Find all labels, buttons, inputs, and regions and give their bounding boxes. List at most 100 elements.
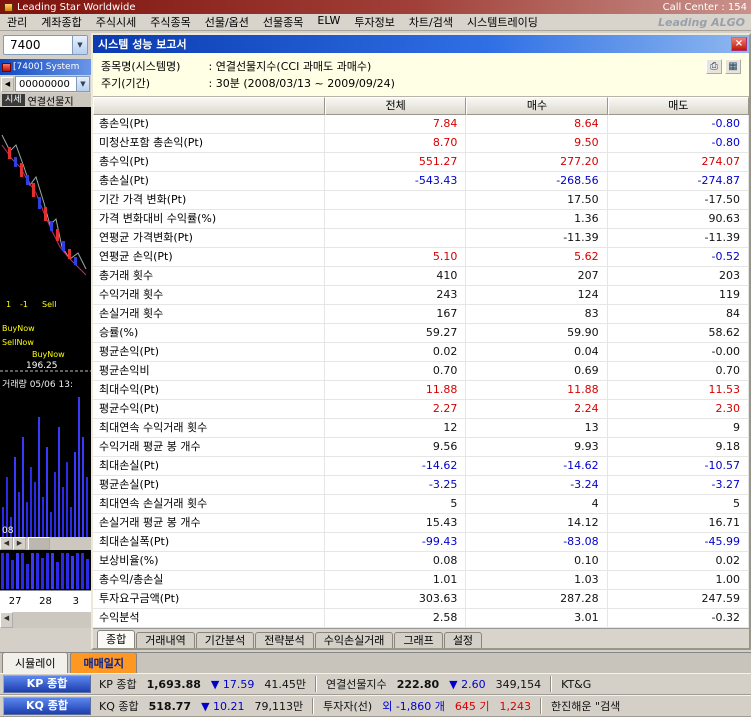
- cell-value: 11.88: [466, 381, 607, 400]
- symbol-name-label: 종목명(시스템명): [101, 58, 205, 75]
- report-tab[interactable]: 전략분석: [255, 632, 313, 648]
- tab-trading-journal[interactable]: 매매일지: [70, 652, 136, 673]
- scroll-right-icon[interactable]: ▶: [13, 537, 26, 550]
- prev-arrow-icon[interactable]: ◀: [1, 77, 14, 92]
- cell-value: -14.62: [466, 457, 607, 476]
- table-body: 총손익(Pt)7.848.64-0.80미청산포함 총손익(Pt)8.709.5…: [93, 115, 749, 628]
- row-label: 기간 가격 변화(Pt): [93, 191, 325, 210]
- dialog-titlebar[interactable]: 시스템 성능 보고서 ×: [93, 35, 749, 53]
- report-tab[interactable]: 수익손실거래: [315, 632, 394, 648]
- index-button[interactable]: KP 종합: [3, 675, 91, 693]
- status-field: ▼ 17.59: [211, 678, 254, 691]
- menu-item[interactable]: 시스템트레이딩: [460, 14, 545, 30]
- axis-label: 28: [30, 596, 60, 607]
- volume-chart[interactable]: 08: [0, 391, 91, 537]
- symbol-name-value: : 연결선물지수(CCI 과매도 과매수): [209, 60, 372, 73]
- main-area: 7400 ▼ [7400] System ◀ 00000000 ▼ 시세 연결선…: [0, 31, 751, 652]
- app-titlebar[interactable]: Leading Star Worldwide Call Center : 154: [0, 0, 751, 14]
- cell-value: 277.20: [466, 153, 607, 172]
- report-tab[interactable]: 기간분석: [196, 632, 254, 648]
- chart-window-titlebar[interactable]: [7400] System: [0, 59, 91, 75]
- status-field: 1,693.88: [147, 678, 201, 691]
- close-icon[interactable]: ×: [731, 37, 747, 51]
- status-divider: [540, 698, 542, 714]
- chart-tab-badge[interactable]: 시세: [2, 94, 25, 106]
- cell-value: 59.90: [466, 324, 607, 343]
- menu-item[interactable]: 주식시세: [89, 14, 143, 30]
- table-row: 평균손익비0.700.690.70: [93, 362, 749, 381]
- period-value: : 30분 (2008/03/13 ~ 2009/09/24): [209, 77, 395, 90]
- menu-item[interactable]: 차트/검색: [402, 14, 460, 30]
- row-label: 수익거래 평균 봉 개수: [93, 438, 325, 457]
- cell-value: 4: [466, 495, 607, 514]
- menu-item[interactable]: ELW: [310, 14, 347, 30]
- menu-item[interactable]: 투자정보: [347, 14, 401, 30]
- cell-value: 0.02: [325, 343, 466, 362]
- cell-value: 17.50: [466, 191, 607, 210]
- cell-value: 59.27: [325, 324, 466, 343]
- cell-value: 58.62: [608, 324, 749, 343]
- table-row: 연평균 손익(Pt)5.105.62-0.52: [93, 248, 749, 267]
- app-logo-icon: [4, 3, 13, 12]
- row-label: 총수익(Pt): [93, 153, 325, 172]
- cell-value: [325, 229, 466, 248]
- cell-value: 9.56: [325, 438, 466, 457]
- scrollbar-thumb[interactable]: [28, 537, 50, 550]
- price-chart[interactable]: 1 -1 Sell BuyNow SellNow BuyNow 196.25: [0, 107, 91, 379]
- cell-value: [325, 210, 466, 229]
- status-field: 연결선물지수: [326, 676, 387, 692]
- menu-item[interactable]: 주식종목: [143, 14, 197, 30]
- scroll-left-icon[interactable]: ◀: [0, 612, 13, 628]
- row-label: 최대손실폭(Pt): [93, 533, 325, 552]
- table-row: 최대손실(Pt)-14.62-14.62-10.57: [93, 457, 749, 476]
- row-label: 평균수익(Pt): [93, 400, 325, 419]
- menu-item[interactable]: 선물/옵션: [198, 14, 256, 30]
- period-label: 주기(기간): [101, 75, 205, 92]
- grid-copy-icon[interactable]: ▦: [725, 59, 741, 74]
- cell-value: -3.24: [466, 476, 607, 495]
- account-combo[interactable]: 00000000 ▼: [15, 76, 90, 92]
- cell-value: -83.08: [466, 533, 607, 552]
- status-field: 한진해운 "검색: [551, 698, 620, 714]
- axis-label: 27: [0, 596, 30, 607]
- menu-item[interactable]: 선물종목: [256, 14, 310, 30]
- cell-value: 0.70: [325, 362, 466, 381]
- call-center-label: Call Center : 154: [663, 2, 747, 13]
- scroll-left-icon[interactable]: ◀: [0, 537, 13, 550]
- print-icon[interactable]: ⎙: [706, 59, 722, 74]
- index-button[interactable]: KQ 종합: [3, 697, 91, 715]
- cell-value: 167: [325, 305, 466, 324]
- app-title: Leading Star Worldwide: [17, 2, 135, 13]
- table-row: 최대손실폭(Pt)-99.43-83.08-45.99: [93, 533, 749, 552]
- row-label: 손실거래 평균 봉 개수: [93, 514, 325, 533]
- status-field: KP 종합: [99, 676, 137, 692]
- report-tab[interactable]: 거래내역: [136, 632, 194, 648]
- cell-value: 2.24: [466, 400, 607, 419]
- row-label: 최대연속 수익거래 횟수: [93, 419, 325, 438]
- report-tab[interactable]: 그래프: [394, 632, 442, 648]
- menu-item[interactable]: 계좌종합: [34, 14, 88, 30]
- menubar: 관리계좌종합주식시세주식종목선물/옵션선물종목ELW투자정보차트/검색시스템트레…: [0, 14, 751, 31]
- menu-item[interactable]: 관리: [0, 14, 34, 30]
- cell-value: [325, 191, 466, 210]
- table-row: 보상비율(%)0.080.100.02: [93, 552, 749, 571]
- chevron-down-icon[interactable]: ▼: [72, 36, 87, 54]
- workspace-tab-strip: 시뮬레이매매일지: [0, 652, 751, 673]
- cell-value: 11.88: [325, 381, 466, 400]
- status-row: KP 종합KP 종합1,693.88▼ 17.5941.45만연결선물지수222…: [0, 673, 751, 695]
- status-field: 349,154: [496, 678, 542, 691]
- cell-value: 5: [325, 495, 466, 514]
- table-row: 가격 변화대비 수익률(%)1.3690.63: [93, 210, 749, 229]
- cell-value: 83: [466, 305, 607, 324]
- screen-number-combo[interactable]: 7400 ▼: [3, 35, 88, 55]
- signal-1-label: 1: [6, 300, 11, 309]
- report-tab[interactable]: 설정: [444, 632, 482, 648]
- tab-simulation[interactable]: 시뮬레이: [2, 652, 68, 673]
- bottom-scroll-row: ◀: [0, 612, 91, 628]
- chevron-down-icon[interactable]: ▼: [76, 77, 89, 91]
- market-status-area: KP 종합KP 종합1,693.88▼ 17.5941.45만연결선물지수222…: [0, 673, 751, 717]
- report-tab[interactable]: 종합: [97, 630, 135, 648]
- screen-number-value: 7400: [4, 38, 72, 52]
- cell-value: -17.50: [608, 191, 749, 210]
- horizontal-scrollbar[interactable]: ◀ ▶: [0, 537, 91, 550]
